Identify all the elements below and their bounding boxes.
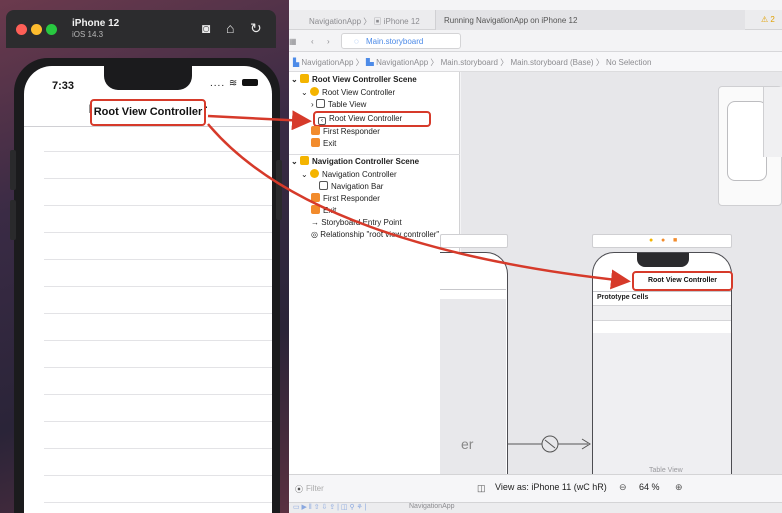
arrow-to-canvas bbox=[207, 123, 631, 290]
arrow-to-outline bbox=[207, 110, 312, 131]
annotation-arrows bbox=[207, 110, 631, 290]
